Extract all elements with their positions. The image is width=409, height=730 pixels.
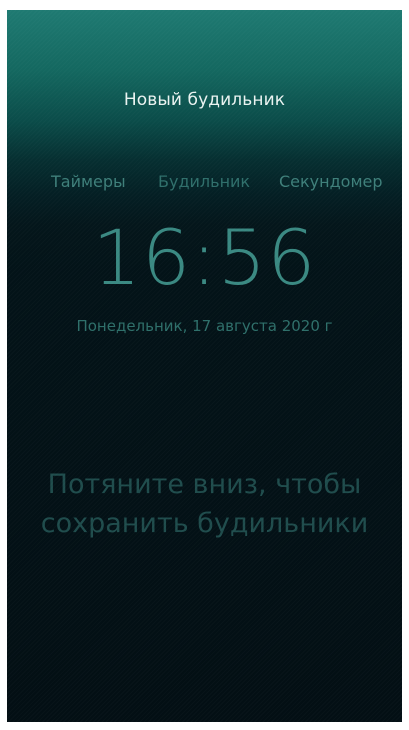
new-alarm-menu-item[interactable]: Новый будильник [7,90,402,110]
alarm-app-screen: Новый будильник Таймеры Будильник Секунд… [7,10,402,722]
tab-alarm[interactable]: Будильник [158,172,250,191]
current-date: Понедельник, 17 августа 2020 г [76,317,333,335]
tab-stopwatch[interactable]: Секундомер [279,172,383,191]
empty-state-line-1: Потяните вниз, чтобы [47,469,362,500]
current-time: 16:56 [92,213,317,302]
tab-timers[interactable]: Таймеры [51,172,126,191]
tab-bar: Таймеры Будильник Секундомер [7,172,402,196]
empty-state-line-2: сохранить будильники [40,508,369,539]
empty-state-hint: Потяните вниз, чтобы сохранить будильник… [7,465,402,543]
